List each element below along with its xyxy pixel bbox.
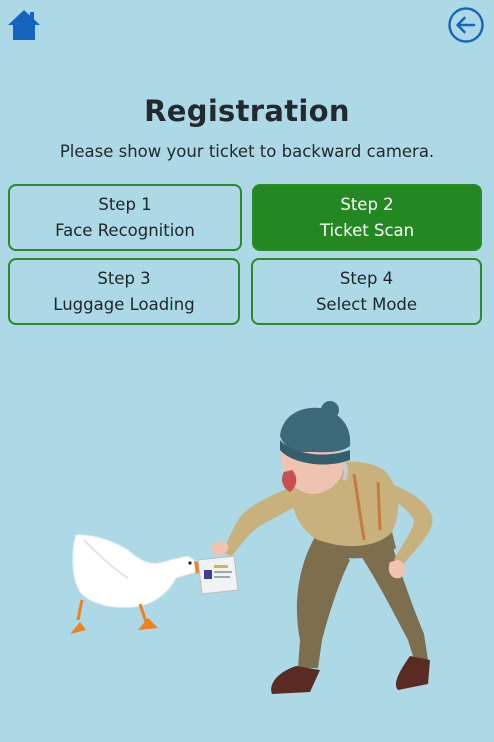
goose-illustration: [70, 534, 212, 634]
page-subtitle: Please show your ticket to backward came…: [59, 142, 435, 161]
step-label: Face Recognition: [55, 220, 195, 240]
step-luggage-loading[interactable]: Step 3 Luggage Loading: [8, 258, 240, 325]
home-icon: [8, 10, 40, 40]
gardener-illustration: [210, 401, 433, 694]
step-label: Ticket Scan: [319, 220, 415, 240]
step-label: Select Mode: [315, 294, 418, 314]
back-arrow-icon: [448, 7, 484, 43]
home-button[interactable]: [6, 8, 42, 42]
step-number: Step 3: [97, 268, 151, 288]
step-select-mode[interactable]: Step 4 Select Mode: [251, 258, 482, 325]
step-number: Step 4: [339, 268, 394, 288]
ticket-illustration: [197, 555, 239, 595]
page-title: Registration: [144, 94, 350, 128]
step-label: Luggage Loading: [53, 294, 195, 314]
step-number: Step 2: [340, 194, 394, 214]
illustration: [70, 401, 433, 694]
step-face-recognition[interactable]: Step 1 Face Recognition: [8, 184, 242, 251]
back-button[interactable]: [447, 6, 485, 44]
step-number: Step 1: [98, 194, 152, 214]
step-ticket-scan[interactable]: Step 2 Ticket Scan: [252, 184, 482, 251]
